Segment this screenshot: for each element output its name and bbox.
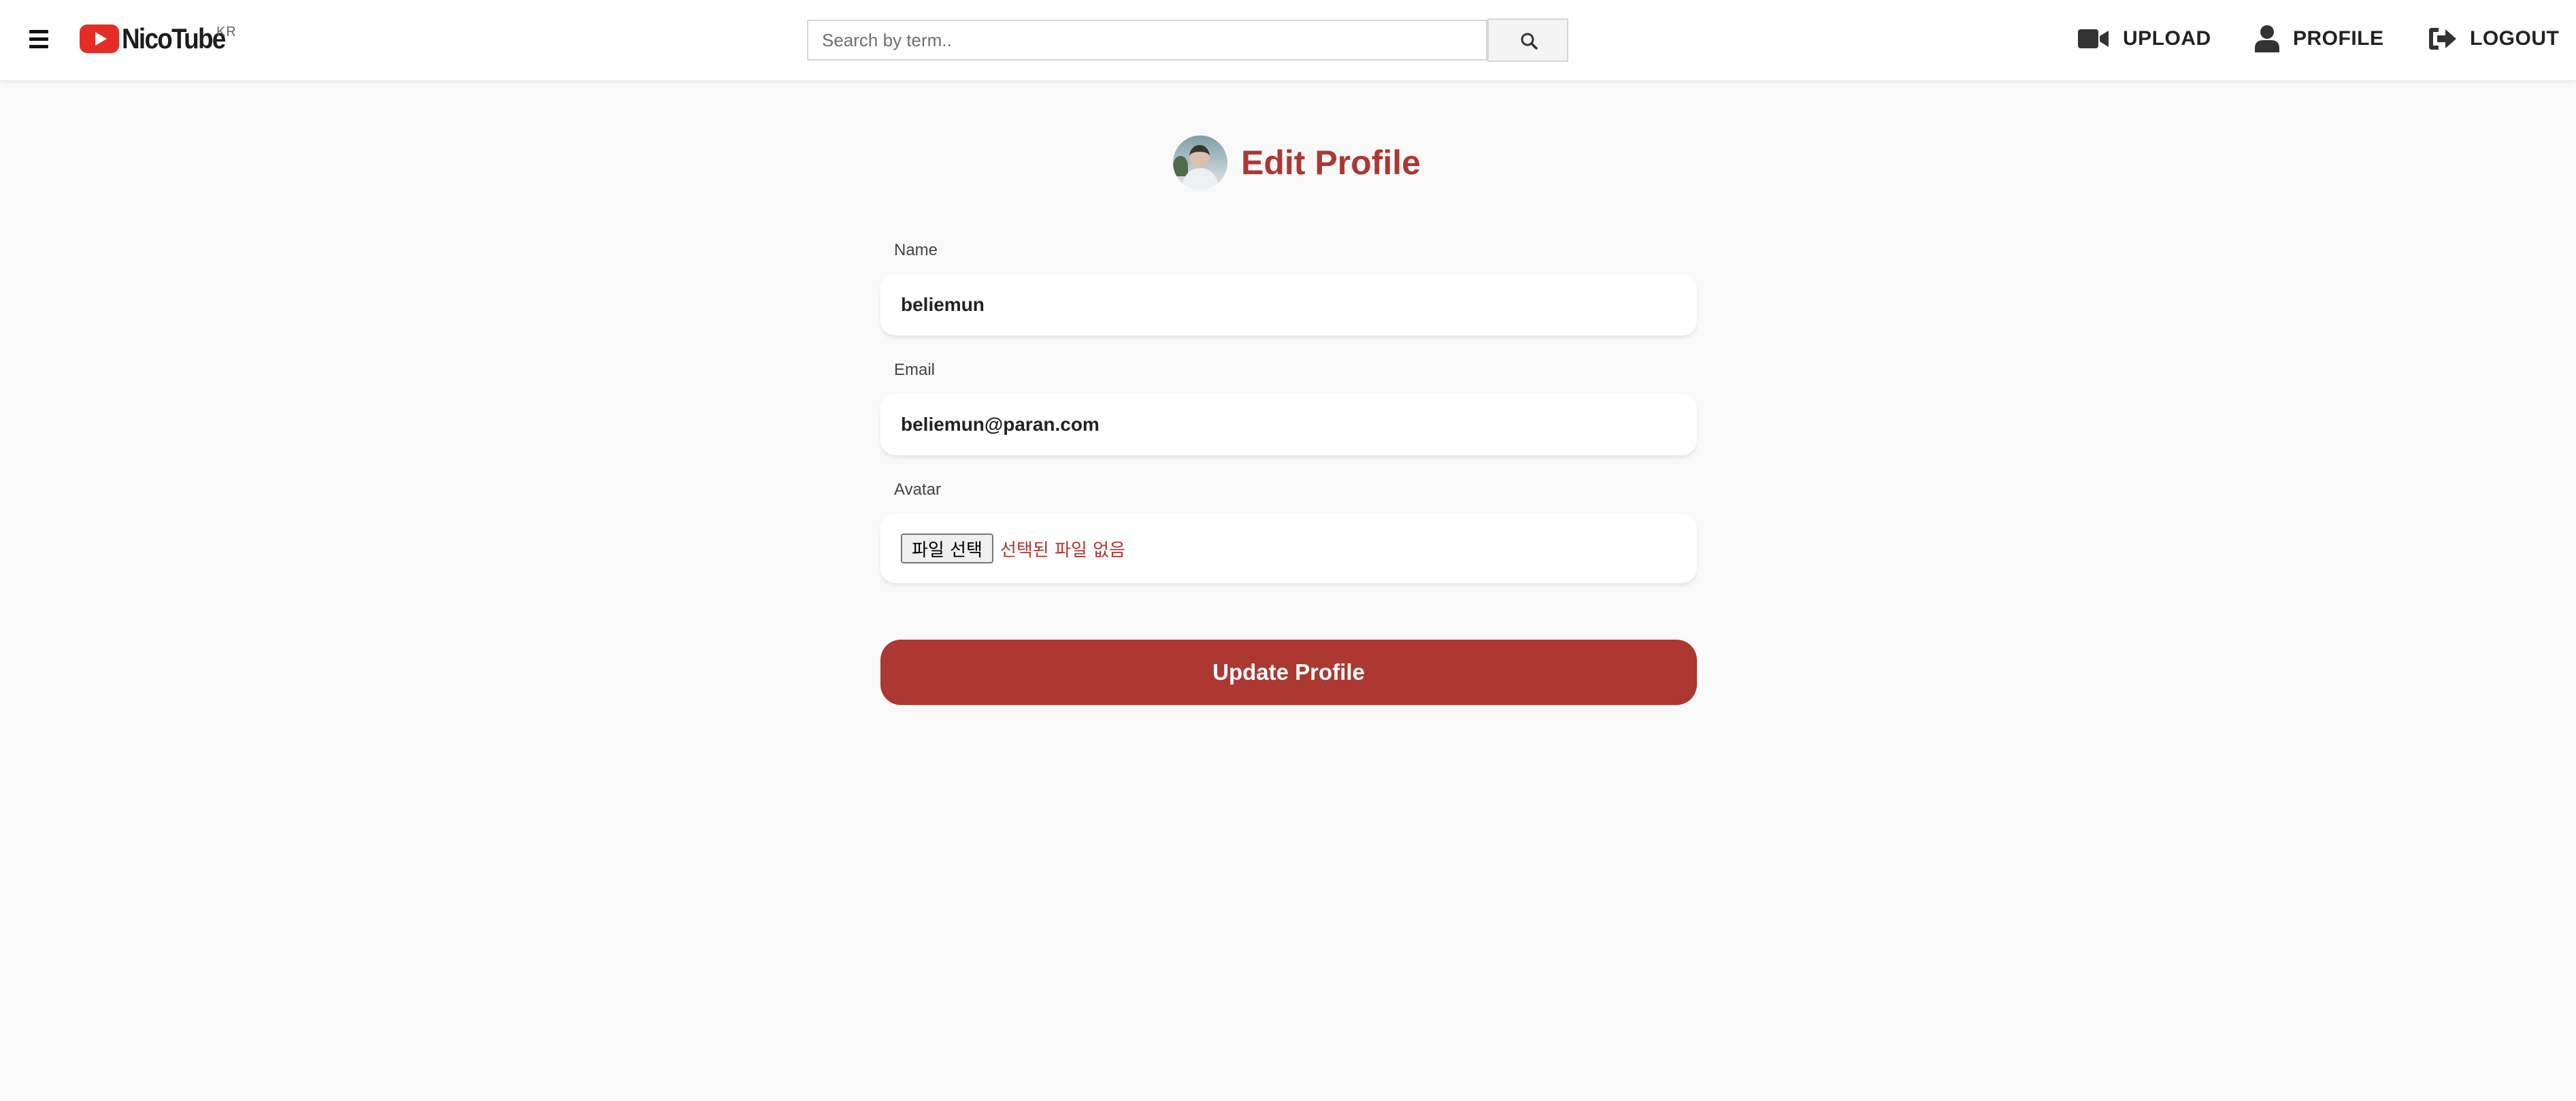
page-title-row: Edit Profile bbox=[1173, 135, 1421, 191]
search-icon bbox=[1521, 33, 1538, 50]
logo-text: NicoTube bbox=[122, 22, 226, 54]
nav-logout-link[interactable]: LOGOUT bbox=[2429, 22, 2559, 56]
video-camera-icon bbox=[2078, 29, 2109, 48]
search-button[interactable] bbox=[1487, 18, 1568, 62]
logo-region-label: KR bbox=[216, 24, 237, 39]
update-profile-button[interactable]: Update Profile bbox=[880, 640, 1697, 705]
email-field[interactable] bbox=[880, 394, 1697, 455]
top-header: NicoTube KR UPLOAD PROFILE LOGOUT bbox=[0, 0, 2576, 80]
avatar bbox=[1173, 135, 1227, 190]
nav-profile-label: PROFILE bbox=[2293, 27, 2384, 50]
email-label: Email bbox=[894, 361, 936, 379]
search-input[interactable] bbox=[807, 20, 1487, 61]
page-title: Edit Profile bbox=[1241, 144, 1421, 182]
nav-upload-label: UPLOAD bbox=[2123, 27, 2211, 50]
site-logo[interactable]: NicoTube KR bbox=[80, 22, 239, 54]
sign-out-icon bbox=[2429, 28, 2456, 50]
play-badge-icon bbox=[80, 24, 119, 53]
hamburger-menu-icon[interactable] bbox=[29, 30, 48, 49]
avatar-file-input: 파일 선택 선택된 파일 없음 bbox=[880, 514, 1697, 583]
choose-file-button[interactable]: 파일 선택 bbox=[901, 533, 993, 563]
name-field[interactable] bbox=[880, 274, 1697, 335]
nav-profile-link[interactable]: PROFILE bbox=[2255, 22, 2384, 56]
user-icon bbox=[2255, 25, 2279, 52]
nav-logout-label: LOGOUT bbox=[2470, 27, 2560, 50]
name-label: Name bbox=[894, 241, 938, 259]
nav-upload-link[interactable]: UPLOAD bbox=[2078, 22, 2211, 56]
file-status-text: 선택된 파일 없음 bbox=[1000, 540, 1125, 561]
avatar-label: Avatar bbox=[894, 480, 941, 499]
